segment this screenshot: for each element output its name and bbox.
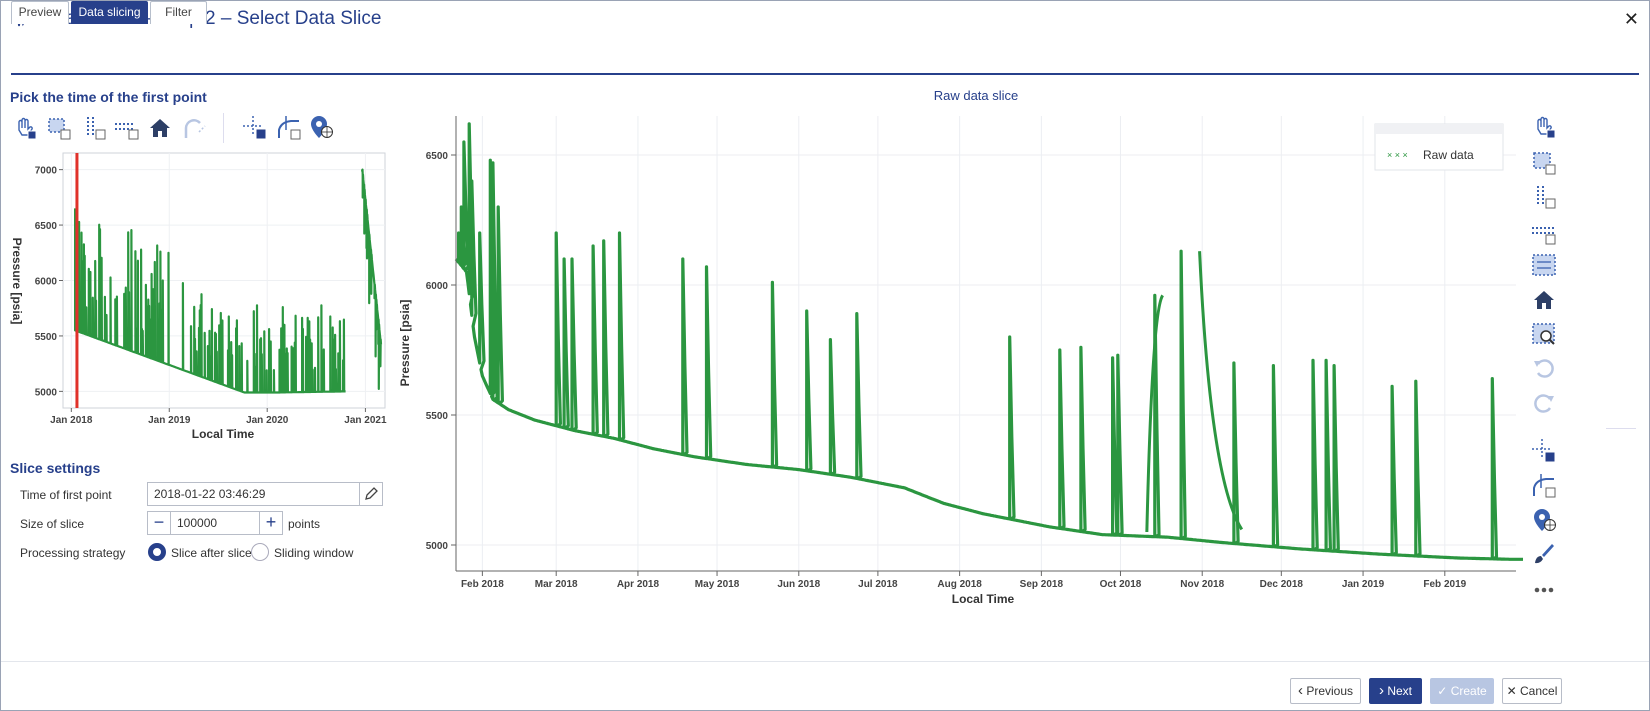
legend-marker: × × × [1387, 150, 1408, 160]
close-icon: ✕ [1506, 684, 1517, 698]
overview-y-tick-label: 6500 [35, 221, 58, 232]
size-of-slice-label: Size of slice [20, 517, 85, 531]
size-of-slice-input[interactable] [170, 511, 260, 535]
hover-icon[interactable] [277, 116, 301, 140]
overview-x-tick-label: Jan 2021 [344, 415, 387, 426]
chevron-right-icon: › [1378, 682, 1384, 699]
right-toolbar-divider [1606, 428, 1636, 429]
main-x-tick-label: Aug 2018 [937, 579, 982, 590]
overview-x-tick-label: Jan 2020 [246, 415, 289, 426]
hover-icon[interactable] [1532, 474, 1556, 498]
overview-y-axis-label: Pressure [psia] [10, 238, 24, 325]
main-x-tick-label: Oct 2018 [1100, 579, 1142, 590]
overview-y-tick-label: 5000 [35, 387, 58, 398]
box-select-icon[interactable] [1532, 253, 1556, 277]
main-x-axis-label: Local Time [952, 592, 1015, 606]
main-x-tick-label: Dec 2018 [1260, 579, 1304, 590]
radio-slice-after-slice[interactable] [148, 543, 166, 561]
box-zoom-icon[interactable] [47, 116, 71, 140]
option-slice-after-slice[interactable]: Slice after slice [171, 546, 252, 560]
processing-strategy-label: Processing strategy [20, 546, 126, 560]
box-zoom-icon[interactable] [1532, 151, 1556, 175]
create-button-label: Create [1450, 684, 1487, 698]
create-button: ✓ Create [1430, 678, 1494, 704]
y-zoom-icon[interactable] [1532, 221, 1556, 245]
reset-home-icon[interactable] [148, 116, 172, 140]
x-zoom-icon[interactable] [1532, 185, 1556, 209]
toolbar-divider [223, 113, 224, 143]
tap-select-icon[interactable] [1532, 508, 1556, 532]
brush-icon[interactable] [1532, 542, 1556, 566]
raw-data-chart-title: Raw data slice [934, 88, 1019, 103]
legend[interactable]: × × × Raw data [1374, 123, 1504, 171]
title-bar: Create Filter – Step 2 – Select Data Sli… [1, 1, 1649, 39]
tab-data-slicing[interactable]: Data slicing [71, 1, 148, 24]
decrement-size-button[interactable]: − [147, 511, 171, 535]
pencil-icon [365, 487, 378, 500]
previous-button[interactable]: ‹ Previous [1290, 678, 1361, 704]
main-x-tick-label: Feb 2019 [1423, 579, 1466, 590]
main-x-tick-label: Feb 2018 [461, 579, 504, 590]
main-y-tick-label: 5500 [426, 411, 449, 422]
tab-filter[interactable]: Filter [150, 1, 207, 24]
size-unit-label: points [288, 517, 321, 531]
main-y-axis-label: Pressure [psia] [398, 300, 412, 387]
overview-chart[interactable]: 5000 5500 6000 6500 7000 Jan 2018 Jan 2019 Jan… [1, 149, 393, 449]
time-first-point-input[interactable] [147, 482, 360, 506]
undo-icon [1534, 359, 1554, 378]
check-icon: ✓ [1437, 684, 1448, 698]
x-zoom-icon[interactable] [83, 116, 107, 140]
overview-x-axis-label: Local Time [192, 427, 255, 441]
main-plot-area [456, 116, 1516, 571]
main-x-tick-label: Nov 2018 [1180, 579, 1224, 590]
footer-divider [1, 661, 1649, 662]
tap-select-icon[interactable] [309, 115, 333, 139]
pan-icon[interactable] [13, 116, 37, 140]
cancel-button-label: Cancel [1520, 684, 1558, 698]
overview-x-tick-label: Jan 2019 [148, 415, 191, 426]
crosshair-icon[interactable] [1532, 439, 1556, 463]
slice-settings-title: Slice settings [10, 460, 101, 476]
y-zoom-icon[interactable] [115, 116, 139, 140]
pick-time-title: Pick the time of the first point [10, 89, 207, 105]
next-button-label: Next [1387, 684, 1413, 698]
main-x-tick-label: May 2018 [695, 579, 740, 590]
main-x-tick-label: Jun 2018 [777, 579, 820, 590]
tab-preview[interactable]: Preview [11, 1, 69, 24]
crosshair-icon[interactable] [243, 116, 267, 140]
cancel-button[interactable]: ✕ Cancel [1502, 678, 1562, 704]
main-x-tick-label: Apr 2018 [617, 579, 660, 590]
more-icon[interactable] [1532, 578, 1556, 602]
overview-x-tick-label: Jan 2018 [50, 415, 93, 426]
reset-home-icon[interactable] [1532, 288, 1556, 312]
chevron-left-icon: ‹ [1297, 682, 1303, 699]
main-x-tick-label: Jan 2019 [1342, 579, 1385, 590]
pan-icon[interactable] [1532, 115, 1556, 139]
redo-icon [1534, 394, 1554, 413]
main-x-tick-label: Jul 2018 [858, 579, 898, 590]
overview-y-tick-label: 7000 [35, 166, 58, 177]
dialog-window: Create Filter – Step 2 – Select Data Sli… [0, 0, 1650, 711]
radio-sliding-window[interactable] [251, 543, 269, 561]
overview-y-tick-label: 6000 [35, 277, 58, 288]
next-button[interactable]: › Next [1369, 678, 1422, 704]
legend-header [1375, 124, 1503, 134]
main-y-tick-label: 6000 [426, 281, 449, 292]
increment-size-button[interactable]: + [259, 511, 283, 535]
main-x-tick-label: Mar 2018 [535, 579, 578, 590]
undo-disabled-icon [184, 119, 206, 138]
overview-y-tick-label: 5500 [35, 332, 58, 343]
edit-time-button[interactable] [359, 482, 383, 506]
raw-data-chart[interactable]: Raw data slice 5000 5500 6000 6500 Feb 2018… [393, 81, 1523, 611]
zoom-region-icon[interactable] [1532, 322, 1556, 346]
main-x-tick-label: Sep 2018 [1020, 579, 1064, 590]
tab-underline [11, 73, 1639, 75]
legend-entry: Raw data [1423, 148, 1474, 162]
main-y-tick-label: 5000 [426, 541, 449, 552]
previous-button-label: Previous [1306, 684, 1354, 698]
main-y-tick-label: 6500 [426, 151, 449, 162]
close-button[interactable]: ✕ [1624, 9, 1639, 30]
option-sliding-window[interactable]: Sliding window [274, 546, 353, 560]
time-first-point-label: Time of first point [20, 488, 112, 502]
